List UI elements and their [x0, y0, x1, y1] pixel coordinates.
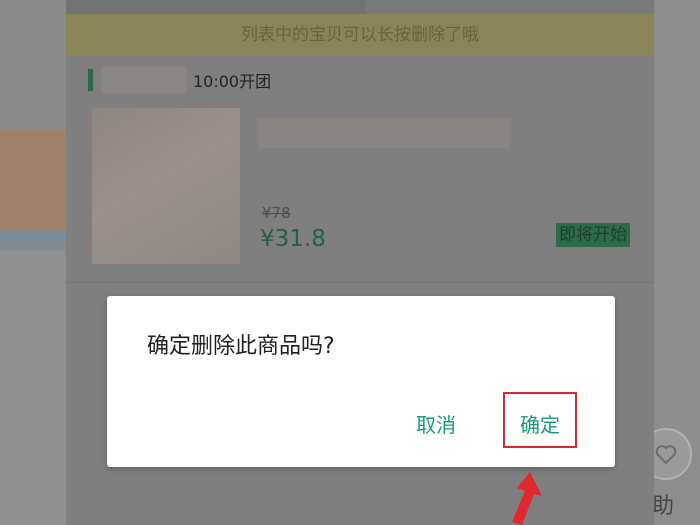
- divider: [66, 282, 654, 283]
- confirm-button[interactable]: 确定: [520, 409, 560, 438]
- section-marker: [88, 69, 93, 91]
- confirm-delete-dialog: 确定删除此商品吗? 取消 确定: [107, 296, 615, 467]
- product-image[interactable]: [92, 108, 240, 264]
- tab[interactable]: [366, 0, 654, 14]
- original-price: ¥78: [262, 204, 291, 222]
- start-time: 10:00开团: [193, 72, 272, 91]
- status-badge: 即将开始: [556, 223, 630, 247]
- group-time-row: 10:00开团: [88, 66, 271, 94]
- dialog-message: 确定删除此商品吗?: [147, 334, 335, 359]
- tip-banner: 列表中的宝贝可以长按删除了哦: [66, 14, 654, 56]
- blurred-product-title: [258, 118, 510, 148]
- cancel-button[interactable]: 取消: [416, 409, 456, 438]
- heart-shield-icon: [655, 445, 677, 465]
- current-price: ¥31.8: [260, 226, 326, 252]
- background-left-strip: [0, 0, 66, 525]
- background-banner: [0, 130, 66, 230]
- help-label: 助: [652, 494, 675, 519]
- background-band: [0, 230, 66, 250]
- background-band: [0, 0, 66, 130]
- red-arrow-annotation: [512, 472, 542, 525]
- blurred-shop-name: [101, 67, 187, 93]
- top-tabs: [66, 0, 654, 14]
